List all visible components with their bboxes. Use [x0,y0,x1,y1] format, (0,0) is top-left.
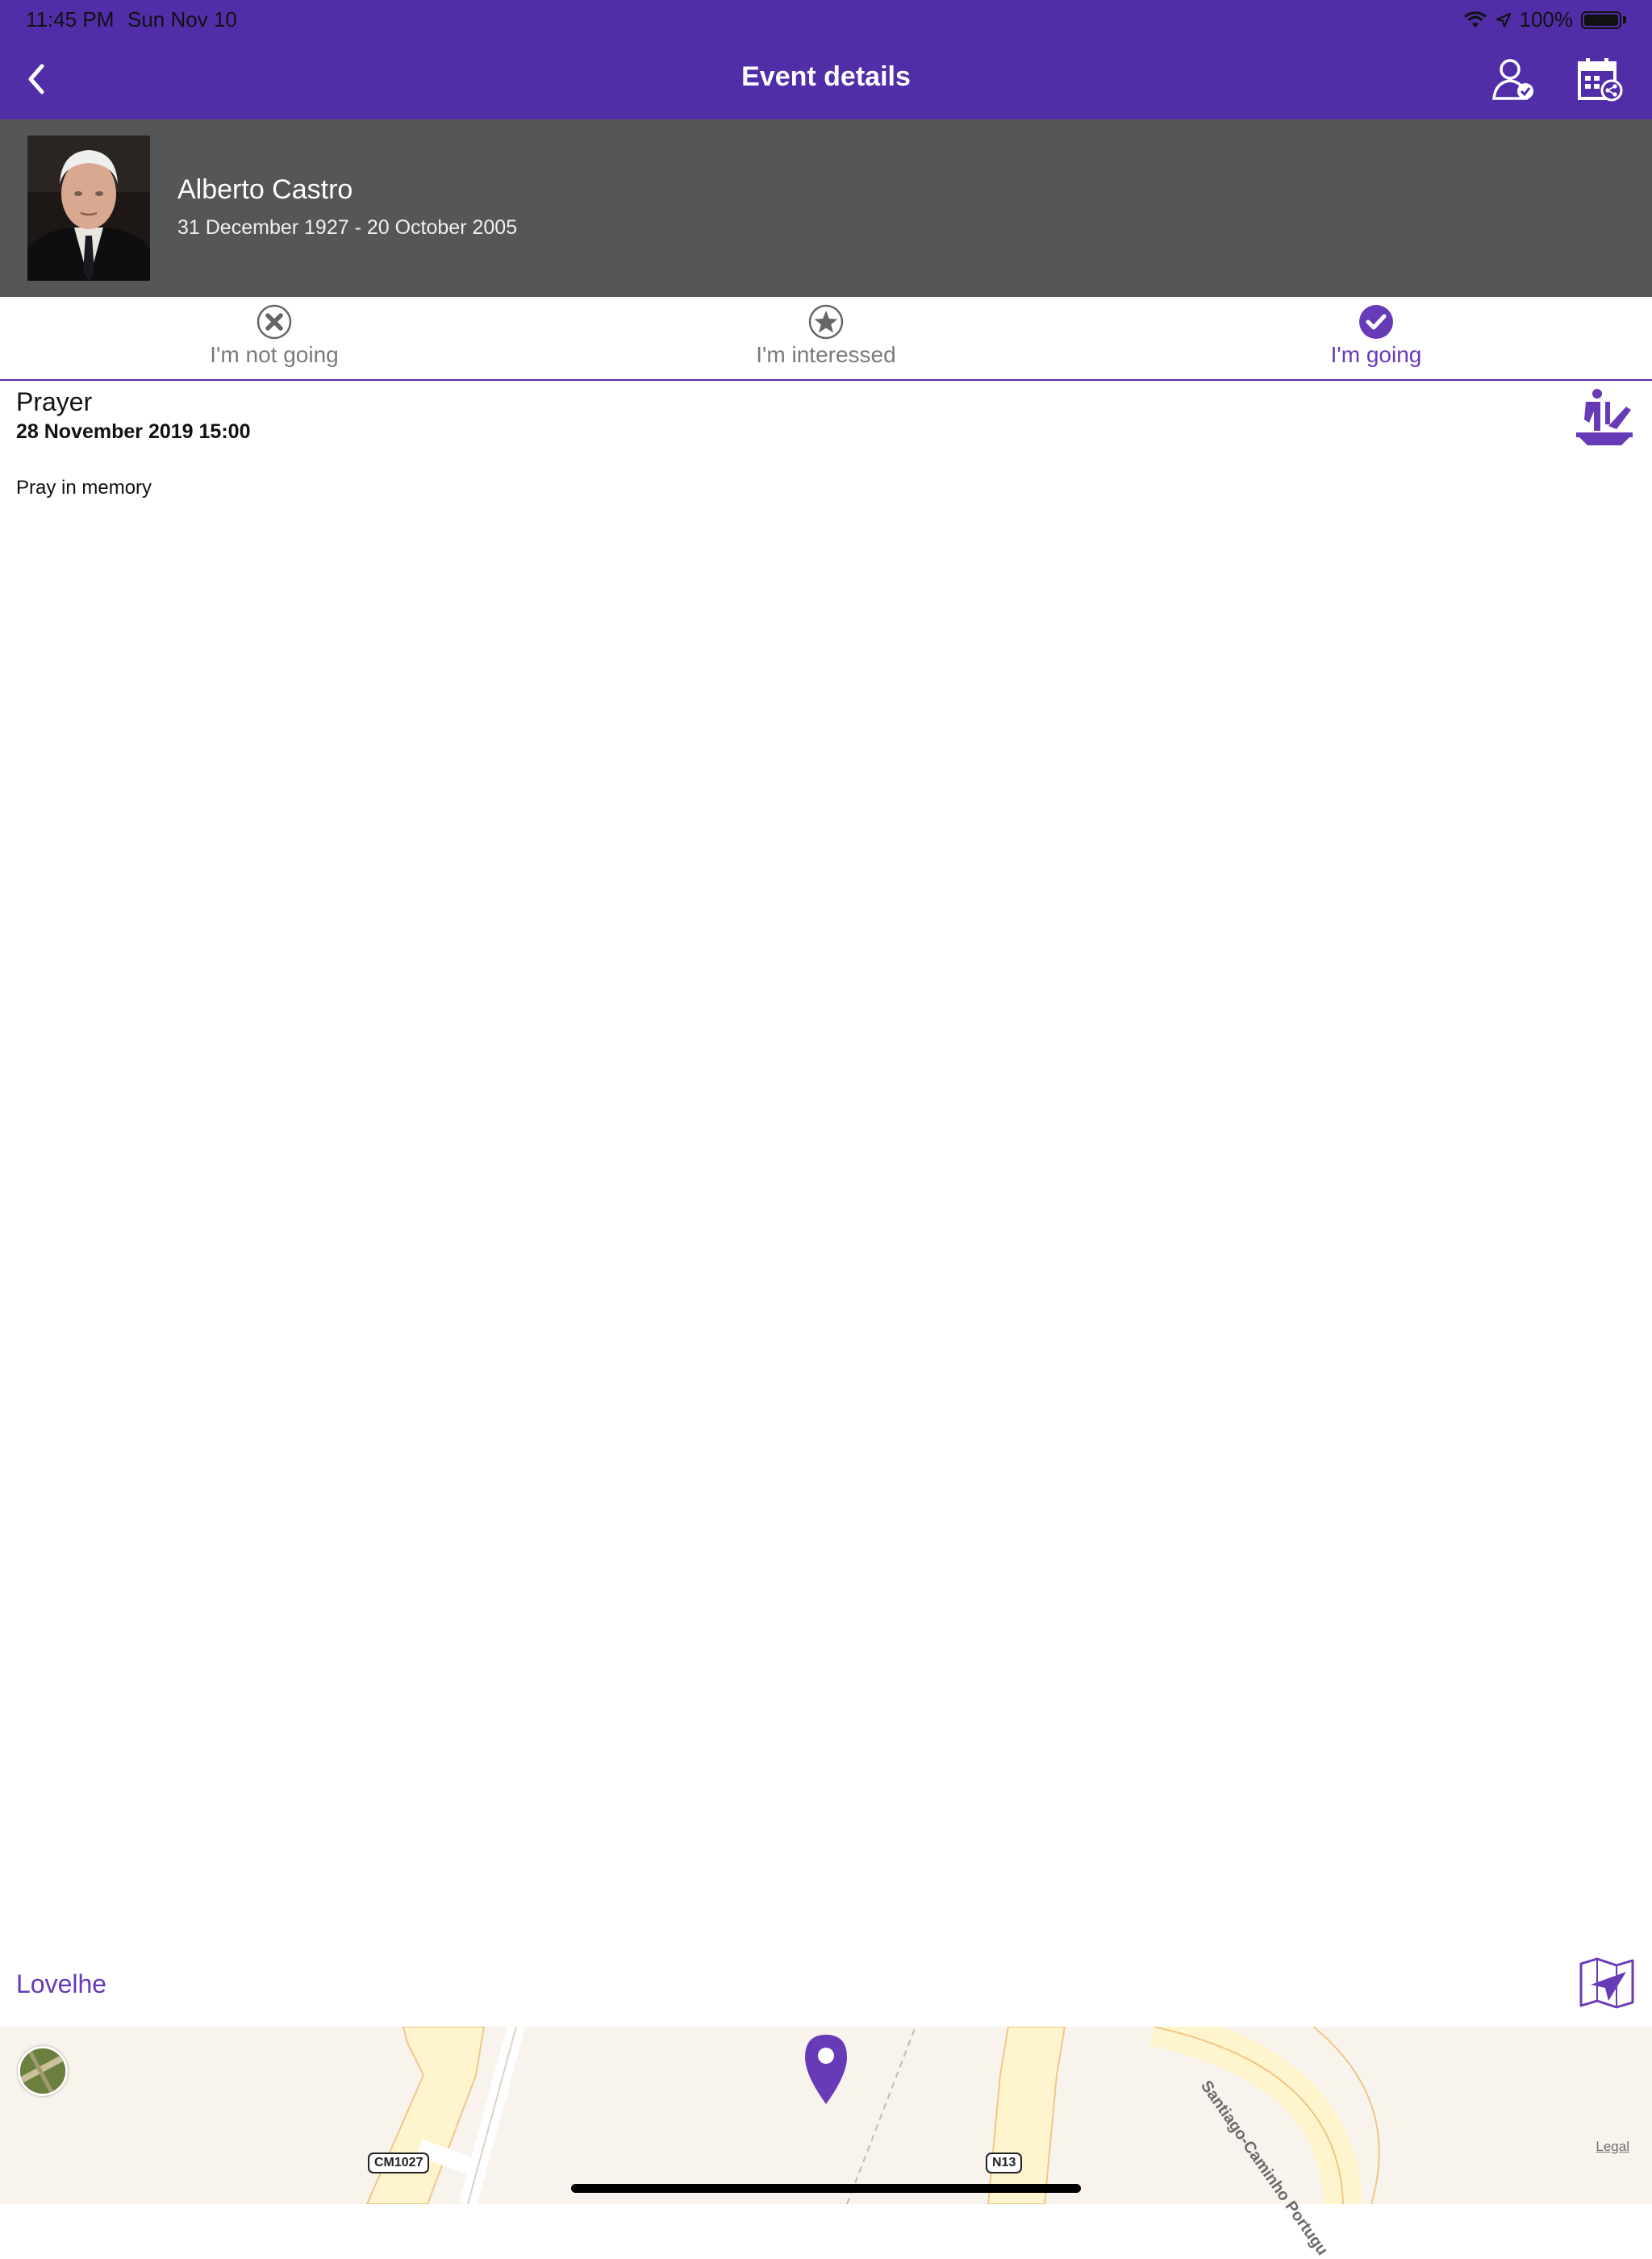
map-pin-icon[interactable] [803,2033,849,2106]
status-date: Sun Nov 10 [127,7,237,31]
praying-person-icon [1576,389,1633,445]
satellite-thumbnail-icon [20,2048,65,2094]
battery-percent: 100% [1519,7,1574,31]
contact-person-icon[interactable] [1486,53,1539,106]
rsvp-going-label: I'm going [1330,342,1422,367]
rsvp-bar: I'm not going I'm interessed I'm going [0,297,1652,381]
rsvp-not-going-label: I'm not going [210,342,339,367]
x-circle-icon [257,304,292,340]
page-title: Event details [741,61,911,92]
road-label-cm1027: CM1027 [368,2153,430,2173]
rsvp-interested-label: I'm interessed [756,342,896,367]
portrait-photo [27,136,150,281]
wifi-icon [1463,10,1487,27]
status-bar: 11:45 PM Sun Nov 10 100% [0,0,1652,39]
rsvp-interested-button[interactable]: I'm interessed [665,303,987,368]
home-indicator[interactable] [571,2184,1081,2193]
location-name[interactable]: Lovelhe [16,1969,106,1999]
road-label-n13: N13 [986,2153,1023,2173]
location-arrow-icon [1496,12,1511,27]
satellite-toggle-button[interactable] [18,2046,68,2096]
nav-bar: Event details [0,39,1652,119]
check-circle-icon [1359,305,1393,339]
battery-icon [1581,10,1621,29]
avatar [27,136,150,281]
event-title: Prayer [16,387,93,416]
event-datetime: 28 November 2019 15:00 [16,420,251,443]
person-header: Alberto Castro 31 December 1927 - 20 Oct… [0,119,1652,297]
status-time: 11:45 PM [26,7,115,31]
calendar-share-icon[interactable] [1573,53,1626,106]
event-description: Pray in memory [16,477,152,499]
rsvp-going-button[interactable]: I'm going [1215,303,1537,368]
person-life-dates: 31 December 1927 - 20 October 2005 [177,216,518,239]
person-name: Alberto Castro [177,174,353,205]
rsvp-not-going-button[interactable]: I'm not going [113,303,436,368]
map-legal-link[interactable]: Legal [1596,2139,1629,2155]
battery-tip [1623,16,1626,23]
directions-map-icon[interactable] [1579,1957,1634,2009]
star-circle-icon [808,304,844,340]
status-right: 100% [1463,7,1626,32]
